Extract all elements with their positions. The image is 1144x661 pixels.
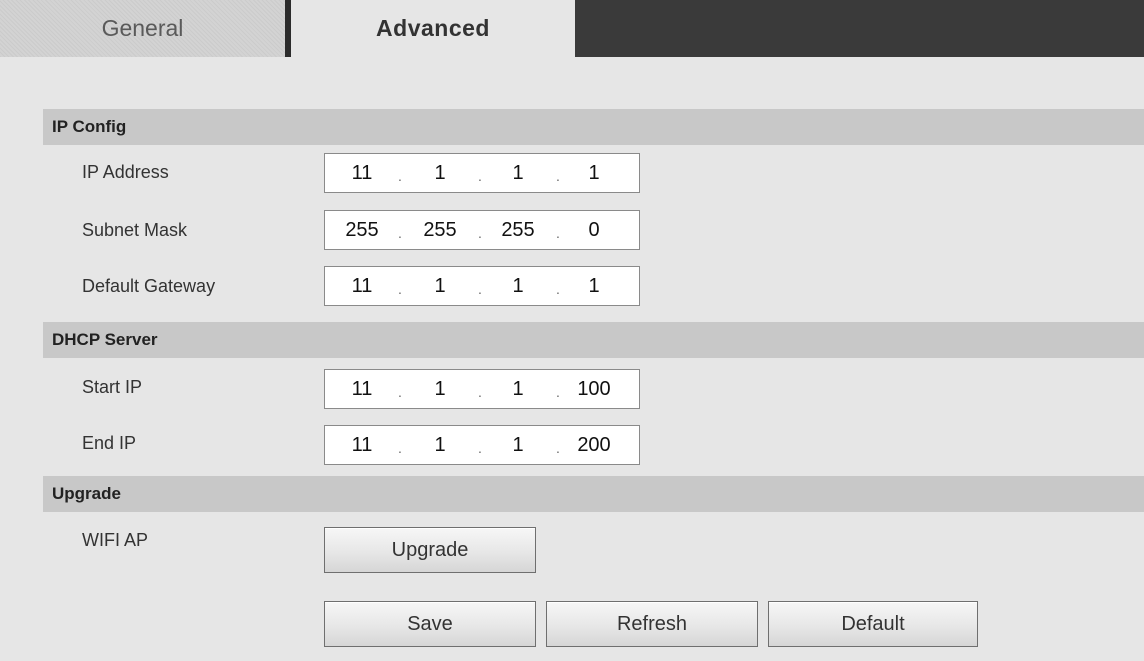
tab-general[interactable]: General bbox=[0, 0, 285, 57]
start-ip-octet-1[interactable]: 11 bbox=[333, 370, 391, 408]
refresh-button[interactable]: Refresh bbox=[546, 601, 758, 647]
section-header-dhcp-server: DHCP Server bbox=[43, 322, 1144, 358]
end-ip-octet-3[interactable]: 1 bbox=[489, 426, 547, 464]
octet-dot: . bbox=[478, 440, 482, 456]
octet-dot: . bbox=[398, 225, 402, 241]
upgrade-button[interactable]: Upgrade bbox=[324, 527, 536, 573]
octet-dot: . bbox=[556, 440, 560, 456]
end-ip-label: End IP bbox=[82, 433, 137, 453]
ip-octet-3[interactable]: 1 bbox=[489, 154, 547, 192]
ip-octet-1[interactable]: 11 bbox=[333, 154, 391, 192]
start-ip-octet-3[interactable]: 1 bbox=[489, 370, 547, 408]
octet-dot: . bbox=[478, 168, 482, 184]
default-gateway-field[interactable]: 11 . 1 . 1 . 1 bbox=[324, 266, 640, 306]
start-ip-field[interactable]: 11 . 1 . 1 . 100 bbox=[324, 369, 640, 409]
default-gateway-label: Default Gateway bbox=[82, 276, 216, 296]
octet-dot: . bbox=[478, 225, 482, 241]
octet-dot: . bbox=[556, 168, 560, 184]
wifi-ap-label: WIFI AP bbox=[82, 530, 149, 550]
gateway-octet-2[interactable]: 1 bbox=[411, 267, 469, 305]
gateway-octet-4[interactable]: 1 bbox=[565, 267, 623, 305]
start-ip-octet-2[interactable]: 1 bbox=[411, 370, 469, 408]
end-ip-octet-1[interactable]: 11 bbox=[333, 426, 391, 464]
gateway-octet-1[interactable]: 11 bbox=[333, 267, 391, 305]
octet-dot: . bbox=[398, 384, 402, 400]
default-button[interactable]: Default bbox=[768, 601, 978, 647]
octet-dot: . bbox=[398, 281, 402, 297]
mask-octet-1[interactable]: 255 bbox=[333, 211, 391, 249]
start-ip-label: Start IP bbox=[82, 377, 143, 397]
ip-octet-2[interactable]: 1 bbox=[411, 154, 469, 192]
mask-octet-3[interactable]: 255 bbox=[489, 211, 547, 249]
end-ip-field[interactable]: 11 . 1 . 1 . 200 bbox=[324, 425, 640, 465]
start-ip-octet-4[interactable]: 100 bbox=[565, 370, 623, 408]
mask-octet-2[interactable]: 255 bbox=[411, 211, 469, 249]
ip-octet-4[interactable]: 1 bbox=[565, 154, 623, 192]
octet-dot: . bbox=[556, 384, 560, 400]
tab-advanced[interactable]: Advanced bbox=[291, 0, 575, 57]
octet-dot: . bbox=[478, 281, 482, 297]
octet-dot: . bbox=[398, 168, 402, 184]
octet-dot: . bbox=[556, 225, 560, 241]
octet-dot: . bbox=[398, 440, 402, 456]
save-button[interactable]: Save bbox=[324, 601, 536, 647]
octet-dot: . bbox=[478, 384, 482, 400]
end-ip-octet-2[interactable]: 1 bbox=[411, 426, 469, 464]
mask-octet-4[interactable]: 0 bbox=[565, 211, 623, 249]
gateway-octet-3[interactable]: 1 bbox=[489, 267, 547, 305]
subnet-mask-field[interactable]: 255 . 255 . 255 . 0 bbox=[324, 210, 640, 250]
end-ip-octet-4[interactable]: 200 bbox=[565, 426, 623, 464]
ip-address-field[interactable]: 11 . 1 . 1 . 1 bbox=[324, 153, 640, 193]
subnet-mask-label: Subnet Mask bbox=[82, 220, 188, 240]
octet-dot: . bbox=[556, 281, 560, 297]
section-header-ip-config: IP Config bbox=[43, 109, 1144, 145]
section-header-upgrade: Upgrade bbox=[43, 476, 1144, 512]
ip-address-label: IP Address bbox=[82, 162, 169, 182]
